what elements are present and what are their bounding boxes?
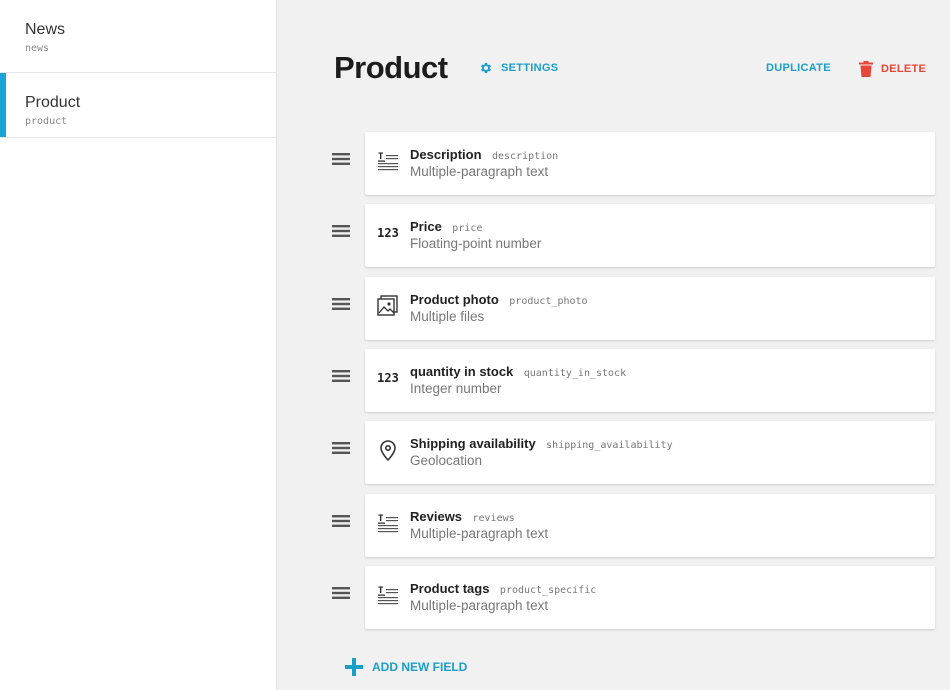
field-card[interactable]: T Reviews reviews Multiple-paragraph tex… — [365, 493, 935, 557]
field-name-line: Shipping availability shipping_availabil… — [410, 435, 673, 453]
field-name-line: quantity in stock quantity_in_stock — [410, 363, 626, 381]
duplicate-button[interactable]: DUPLICATE — [766, 62, 831, 74]
image-gallery-icon — [376, 294, 400, 318]
map-pin-icon — [376, 438, 400, 462]
drag-handle-icon[interactable] — [332, 369, 352, 389]
field-name: Price — [410, 219, 442, 235]
settings-button[interactable]: SETTINGS — [479, 61, 558, 75]
field-name-line: Product photo product_photo — [410, 291, 588, 309]
field-type: Multiple-paragraph text — [410, 525, 549, 541]
number-icon: 123 — [376, 221, 400, 245]
field-api-id: product_photo — [509, 295, 588, 307]
field-name: Product photo — [410, 291, 499, 307]
drag-handle-icon[interactable] — [332, 224, 352, 244]
field-api-id: quantity_in_stock — [523, 367, 627, 379]
add-new-field-label: ADD NEW FIELD — [372, 660, 468, 674]
field-api-id: description — [491, 151, 559, 162]
settings-label: SETTINGS — [501, 62, 559, 74]
sidebar-item-title: Product — [25, 94, 81, 111]
delete-button[interactable]: DELETE — [859, 61, 926, 77]
field-name-line: Price price — [410, 218, 482, 236]
page-title: Product — [334, 50, 448, 85]
drag-handle-icon[interactable] — [332, 586, 352, 606]
field-type: Multiple-paragraph text — [410, 597, 549, 613]
field-card[interactable]: 123 quantity in stock quantity_in_stock … — [365, 348, 935, 412]
field-api-id: price — [452, 223, 483, 235]
field-name: Reviews — [410, 508, 463, 524]
field-type: Floating-point number — [410, 236, 542, 252]
number-icon: 123 — [376, 366, 400, 390]
field-type: Multiple-paragraph text — [410, 164, 549, 179]
field-name: Shipping availability — [410, 436, 536, 452]
field-api-id: reviews — [472, 512, 515, 524]
plus-icon — [345, 658, 363, 676]
add-new-field-button[interactable]: ADD NEW FIELD — [345, 658, 467, 676]
field-name: Description — [410, 147, 482, 162]
drag-handle-icon[interactable] — [332, 152, 352, 172]
number-icon-label: 123 — [377, 226, 399, 241]
sidebar-item-product[interactable]: Product product — [0, 73, 276, 138]
field-card[interactable]: Product photo product_photo Multiple fil… — [365, 276, 935, 340]
sidebar-item-slug: news — [25, 43, 50, 54]
field-name-line: Description description — [410, 146, 558, 164]
field-row: Product photo product_photo Multiple fil… — [332, 276, 936, 341]
field-api-id: shipping_availability — [546, 440, 673, 452]
field-type: Geolocation — [410, 453, 483, 469]
drag-handle-icon[interactable] — [332, 514, 352, 534]
field-api-id: product_specific — [499, 584, 597, 596]
field-name-line: Reviews reviews — [410, 508, 515, 526]
field-row: T Description description Multiple-parag… — [332, 132, 936, 196]
field-row: T Reviews reviews Multiple-paragraph tex… — [332, 493, 936, 558]
field-name: Product tags — [410, 580, 490, 596]
field-row: 123 quantity in stock quantity_in_stock … — [332, 348, 936, 413]
text-paragraph-icon: T — [376, 511, 400, 535]
field-name: quantity in stock — [410, 363, 514, 379]
duplicate-label: DUPLICATE — [766, 62, 831, 74]
field-type: Multiple files — [410, 308, 485, 324]
field-name-line: Product tags product_specific — [410, 580, 596, 598]
field-card[interactable]: Shipping availability shipping_availabil… — [365, 421, 935, 485]
delete-label: DELETE — [881, 63, 927, 75]
field-card[interactable]: T Description description Multiple-parag… — [365, 132, 935, 195]
sidebar-item-slug: product — [25, 116, 68, 127]
number-icon-label: 123 — [377, 370, 399, 385]
drag-handle-icon[interactable] — [332, 297, 352, 317]
text-paragraph-icon: T — [376, 149, 400, 173]
field-card[interactable]: T Product tags product_specific Multiple… — [365, 565, 935, 629]
main-content: Product SETTINGS DUPLICATE DELETE T Desc… — [277, 0, 950, 690]
field-type: Integer number — [410, 380, 502, 396]
trash-icon — [859, 61, 873, 77]
field-row: 123 Price price Floating-point number — [332, 204, 936, 268]
text-paragraph-icon: T — [376, 583, 400, 607]
field-row: Shipping availability shipping_availabil… — [332, 421, 936, 485]
drag-handle-icon[interactable] — [332, 441, 352, 461]
sidebar: News news Product product — [0, 0, 277, 690]
gear-icon — [480, 62, 492, 74]
sidebar-item-title: News — [25, 21, 66, 38]
field-row: T Product tags product_specific Multiple… — [332, 565, 936, 630]
sidebar-item-news[interactable]: News news — [0, 0, 276, 73]
field-card[interactable]: 123 Price price Floating-point number — [365, 204, 935, 268]
